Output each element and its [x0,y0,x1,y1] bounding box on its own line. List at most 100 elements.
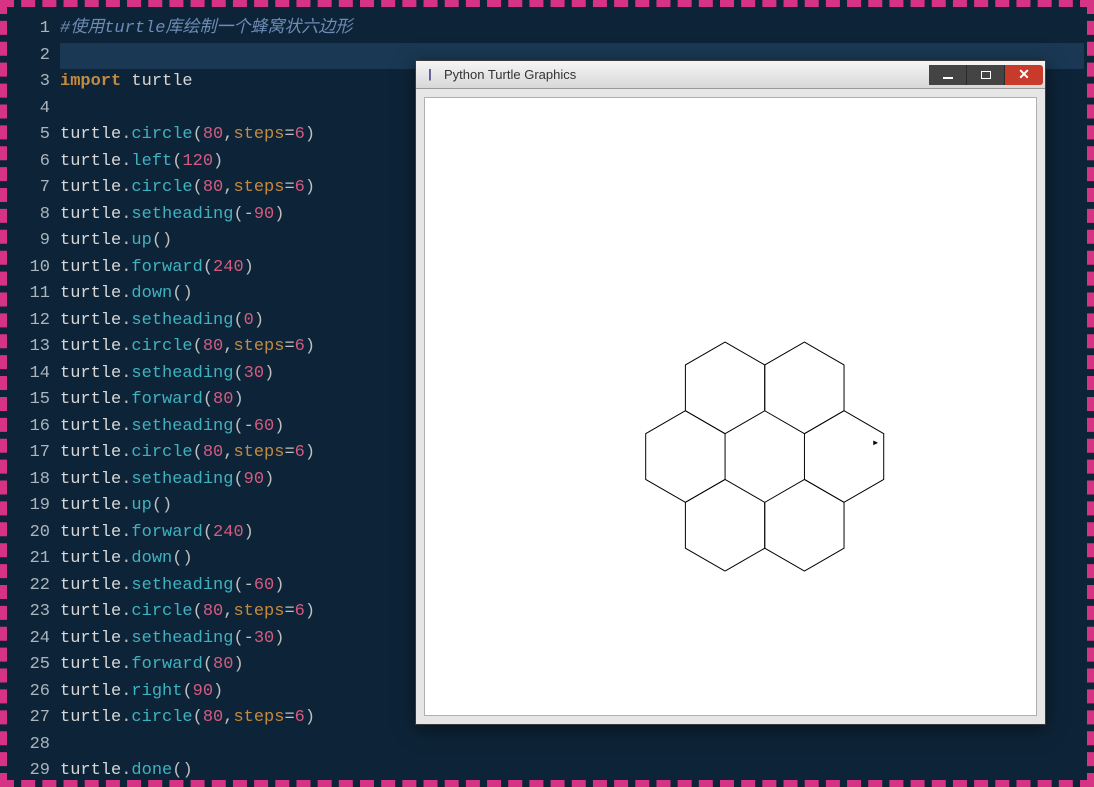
token-num: 6 [295,708,305,727]
code-line[interactable]: #使用turtle库绘制一个蜂窝状六边形 [60,16,1084,43]
token-param: steps [233,708,284,727]
line-number: 6 [10,149,50,176]
token-func: circle [131,125,192,144]
token-punct: . [121,708,131,727]
token-punct: ) [274,629,284,648]
token-name: turtle [60,231,121,250]
token-func: forward [131,390,202,409]
token-punct: ) [274,205,284,224]
token-name: turtle [60,496,121,515]
token-punct: ) [264,364,274,383]
turtle-drawing [425,98,1036,715]
close-icon: ✕ [1018,66,1030,83]
token-func: setheading [131,364,233,383]
token-num: 80 [203,337,223,356]
token-num: 30 [244,364,264,383]
token-num: 6 [295,602,305,621]
token-punct: ( [172,284,182,303]
token-punct: = [284,602,294,621]
token-punct: , [223,337,233,356]
token-num: 80 [203,125,223,144]
token-punct: ) [233,390,243,409]
token-punct: . [121,311,131,330]
minimize-button[interactable] [929,65,967,85]
line-number: 16 [10,414,50,441]
token-punct: ) [254,311,264,330]
token-func: circle [131,178,192,197]
token-name: turtle [60,311,121,330]
token-punct: ( [193,125,203,144]
line-number: 29 [10,758,50,785]
token-punct: . [121,602,131,621]
token-num: 80 [203,443,223,462]
token-name: turtle [60,125,121,144]
token-punct: ( [172,152,182,171]
token-punct: = [284,443,294,462]
line-number: 26 [10,679,50,706]
turtle-cursor-icon: ▸ [872,435,879,450]
token-punct: ( [193,178,203,197]
close-button[interactable]: ✕ [1005,65,1043,85]
token-punct: = [284,708,294,727]
line-number: 12 [10,308,50,335]
token-punct: ( [193,337,203,356]
token-name: turtle [60,470,121,489]
token-punct: , [223,125,233,144]
token-punct: ) [264,470,274,489]
token-punct: . [121,284,131,303]
token-name: turtle [60,549,121,568]
turtle-canvas[interactable]: ▸ [424,97,1037,716]
code-line[interactable]: turtle.done() [60,758,1084,785]
token-punct: ) [305,602,315,621]
token-num: 80 [213,390,233,409]
code-line[interactable] [60,732,1084,759]
token-name: turtle [60,390,121,409]
token-punct: - [244,629,254,648]
token-func: setheading [131,311,233,330]
token-name: turtle [60,284,121,303]
token-num: 80 [213,655,233,674]
hexagon [765,479,844,571]
token-func: circle [131,337,192,356]
token-punct: = [284,337,294,356]
token-func: setheading [131,205,233,224]
token-punct: = [284,125,294,144]
token-punct: ( [152,231,162,250]
line-number: 9 [10,228,50,255]
token-punct: ) [182,761,192,780]
line-number: 28 [10,732,50,759]
token-func: circle [131,443,192,462]
token-punct: . [121,417,131,436]
turtle-graphics-window[interactable]: | Python Turtle Graphics ✕ ▸ [415,60,1046,725]
token-name: turtle [60,417,121,436]
token-punct: - [244,417,254,436]
token-func: circle [131,602,192,621]
window-titlebar[interactable]: | Python Turtle Graphics ✕ [416,61,1045,89]
token-num: 6 [295,443,305,462]
maximize-button[interactable] [967,65,1005,85]
canvas-frame: ▸ [416,89,1045,724]
token-name: turtle [60,576,121,595]
token-punct: . [121,125,131,144]
token-func: up [131,231,151,250]
token-func: circle [131,708,192,727]
token-punct: ( [152,496,162,515]
token-func: left [131,152,172,171]
token-param: steps [233,125,284,144]
token-punct: . [121,655,131,674]
token-func: setheading [131,417,233,436]
line-number: 1 [10,16,50,43]
token-punct: . [121,258,131,277]
token-punct: , [223,602,233,621]
token-name: turtle [60,443,121,462]
line-number: 19 [10,493,50,520]
token-punct: . [121,152,131,171]
token-punct: ( [193,443,203,462]
token-num: 90 [244,470,264,489]
token-punct: ( [172,761,182,780]
token-num: 120 [182,152,213,171]
token-punct: ) [274,417,284,436]
hexagon [685,479,764,571]
token-punct: ( [182,682,192,701]
token-punct: ( [172,549,182,568]
